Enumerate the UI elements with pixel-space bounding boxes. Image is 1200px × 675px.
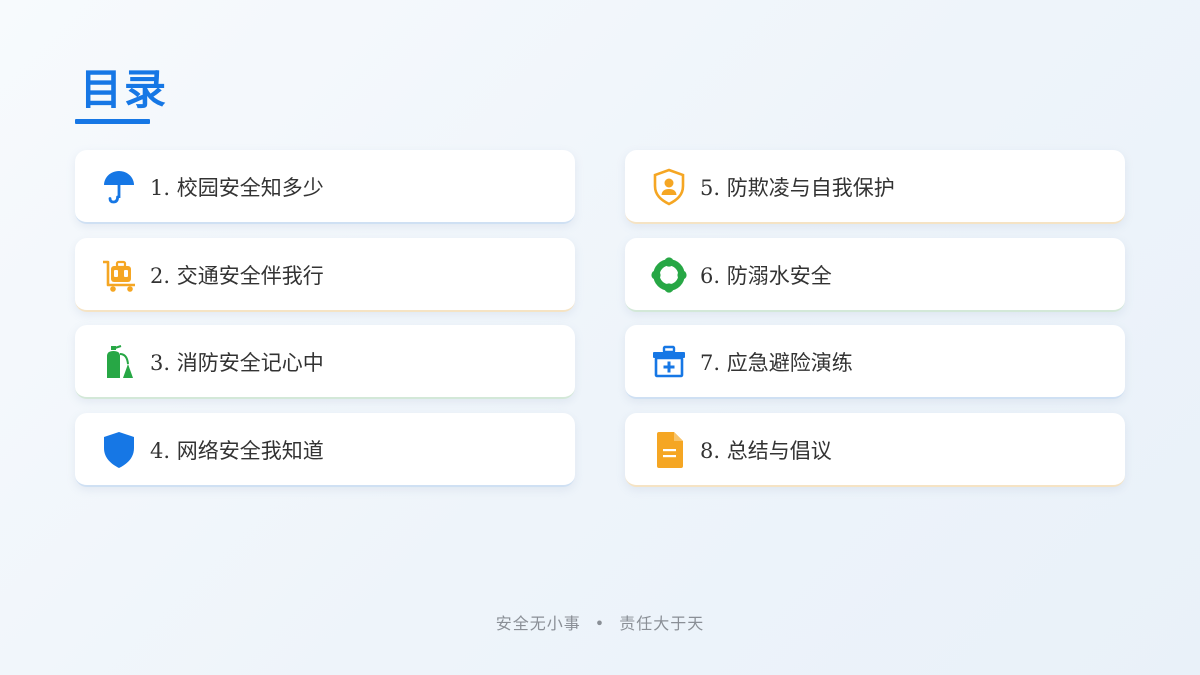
- toc-item-label: 2. 交通安全伴我行: [150, 264, 324, 288]
- toc-item-label: 1. 校园安全知多少: [150, 176, 324, 200]
- footer-right-text: 责任大于天: [619, 614, 705, 633]
- toc-item-label: 5. 防欺凌与自我保护: [700, 176, 895, 200]
- toc-item-5[interactable]: 5. 防欺凌与自我保护: [625, 150, 1125, 224]
- toc-item-3[interactable]: 3. 消防安全记心中: [75, 325, 575, 399]
- footer-slogan: 安全无小事 • 责任大于天: [0, 610, 1200, 634]
- page-title: 目录: [80, 65, 169, 114]
- first-aid-kit-icon: [651, 344, 687, 380]
- toc-item-6[interactable]: 6. 防溺水安全: [625, 238, 1125, 312]
- title-underline: [75, 119, 150, 124]
- toc-item-label: 7. 应急避险演练: [700, 351, 853, 375]
- toc-item-7[interactable]: 7. 应急避险演练: [625, 325, 1125, 399]
- shield-user-icon: [651, 168, 687, 206]
- toc-item-label: 6. 防溺水安全: [700, 264, 832, 288]
- toc-item-2[interactable]: 2. 交通安全伴我行: [75, 238, 575, 312]
- toc-item-label: 4. 网络安全我知道: [150, 439, 324, 463]
- document-icon: [651, 432, 687, 468]
- luggage-cart-icon: [101, 257, 137, 293]
- toc-item-label: 3. 消防安全记心中: [150, 351, 324, 375]
- footer-left-text: 安全无小事: [495, 614, 581, 633]
- lifebuoy-icon: [651, 257, 687, 293]
- toc-item-label: 8. 总结与倡议: [700, 439, 832, 463]
- umbrella-icon: [101, 169, 137, 205]
- toc-item-4[interactable]: 4. 网络安全我知道: [75, 413, 575, 487]
- shield-icon: [101, 432, 137, 468]
- footer-separator: •: [594, 614, 606, 633]
- toc-item-8[interactable]: 8. 总结与倡议: [625, 413, 1125, 487]
- fire-extinguisher-icon: [101, 344, 137, 380]
- toc-item-1[interactable]: 1. 校园安全知多少: [75, 150, 575, 224]
